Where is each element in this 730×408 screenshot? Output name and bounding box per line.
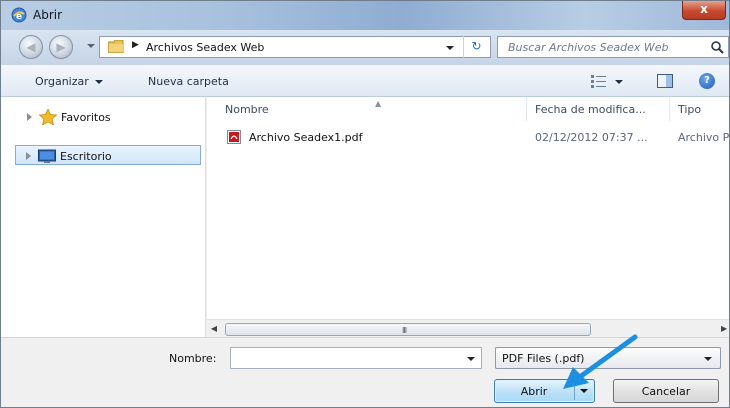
close-button[interactable]: x (682, 1, 726, 20)
file-date: 02/12/2012 07:37 ... (535, 131, 648, 144)
title-bar: e Abrir x (1, 1, 729, 30)
horizontal-scrollbar[interactable]: ◀ III ▶ (207, 319, 729, 337)
star-icon (39, 109, 57, 125)
nav-item-favorites[interactable]: Favoritos (17, 107, 202, 127)
preview-pane-icon[interactable] (657, 74, 673, 88)
folder-icon (108, 40, 124, 53)
forward-arrow-icon: ▶ (56, 40, 66, 54)
chevron-down-icon (94, 80, 103, 84)
chevron-down-icon (704, 357, 712, 361)
scroll-right-icon[interactable]: ▶ (721, 323, 729, 335)
breadcrumb-arrow-icon[interactable]: ▶ (132, 40, 139, 50)
browser-icon: e (11, 7, 27, 23)
file-type: Archivo P (678, 131, 730, 144)
column-divider[interactable] (669, 97, 670, 121)
command-toolbar: Organizar Nueva carpeta ? (1, 64, 729, 97)
refresh-button[interactable]: ↻ (463, 36, 489, 58)
chevron-down-icon[interactable] (467, 357, 475, 361)
back-arrow-icon: ◀ (26, 40, 36, 54)
column-header-name[interactable]: Nombre (225, 103, 269, 116)
open-file-dialog: e Abrir x ◀ ▶ ▶ Archivos Seadex Web ↻ Bu… (0, 0, 730, 408)
annotation-arrow-icon (563, 334, 638, 389)
file-name-input[interactable] (230, 347, 482, 369)
recent-locations-dropdown[interactable] (87, 44, 95, 48)
organize-button[interactable]: Organizar (35, 75, 103, 88)
organize-label: Organizar (35, 75, 89, 88)
view-options-icon[interactable] (591, 74, 607, 88)
file-name: Archivo Seadex1.pdf (249, 131, 363, 144)
navigation-pane: Favoritos Escritorio (1, 97, 206, 337)
expand-arrow-icon[interactable] (27, 113, 32, 121)
sort-ascending-icon: ▲ (375, 99, 382, 108)
help-icon[interactable]: ? (699, 73, 715, 89)
table-row[interactable]: Archivo Seadex1.pdf 02/12/2012 07:37 ...… (221, 127, 730, 147)
scrollbar-thumb[interactable]: III (225, 323, 591, 336)
expand-arrow-icon[interactable] (26, 152, 31, 160)
address-bar[interactable]: ▶ Archivos Seadex Web (99, 36, 491, 58)
nav-item-label: Escritorio (60, 150, 112, 163)
column-header-type[interactable]: Tipo (678, 103, 701, 116)
grip-icon: III (402, 326, 407, 335)
scroll-left-icon[interactable]: ◀ (207, 323, 221, 335)
search-placeholder: Buscar Archivos Seadex Web (508, 41, 669, 54)
address-dropdown-icon[interactable] (446, 46, 454, 50)
new-folder-label: Nueva carpeta (148, 75, 229, 88)
address-row: ◀ ▶ ▶ Archivos Seadex Web ↻ Buscar Archi… (1, 30, 729, 64)
breadcrumb-path[interactable]: Archivos Seadex Web (146, 41, 264, 54)
column-divider[interactable] (526, 97, 527, 121)
file-list: Nombre ▲ Fecha de modifica... Tipo Archi… (207, 97, 730, 319)
new-folder-button[interactable]: Nueva carpeta (148, 75, 229, 88)
nav-item-desktop[interactable]: Escritorio (15, 145, 201, 165)
close-icon: x (700, 2, 708, 16)
nav-item-label: Favoritos (61, 111, 111, 124)
back-button[interactable]: ◀ (19, 35, 43, 59)
pdf-icon (227, 130, 241, 144)
column-header-date[interactable]: Fecha de modifica... (535, 103, 646, 116)
svg-text:e: e (16, 12, 22, 22)
window-title: Abrir (33, 8, 63, 22)
search-input[interactable]: Buscar Archivos Seadex Web (497, 36, 729, 58)
file-name-label: Nombre: (169, 352, 217, 365)
forward-button[interactable]: ▶ (49, 35, 73, 59)
view-options-dropdown[interactable] (615, 80, 623, 84)
refresh-icon: ↻ (471, 39, 482, 53)
search-icon[interactable] (710, 40, 724, 54)
desktop-icon (38, 149, 56, 163)
